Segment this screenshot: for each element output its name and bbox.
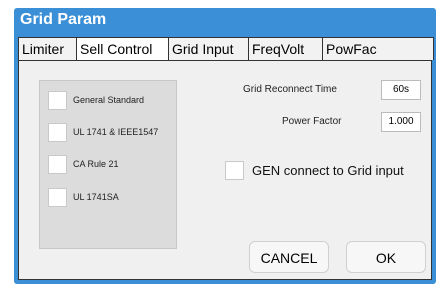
- standards-group: General Standard UL 1741 & IEEE1547 CA R…: [39, 80, 177, 249]
- sell-control-panel: General Standard UL 1741 & IEEE1547 CA R…: [18, 60, 432, 280]
- grid-param-window: Grid Param Limiter Sell Control Grid Inp…: [14, 8, 436, 284]
- standard-ul1741-ieee1547-checkbox[interactable]: [48, 122, 67, 142]
- tab-limiter[interactable]: Limiter: [19, 38, 77, 60]
- power-factor-input[interactable]: 1.000: [381, 112, 421, 132]
- standard-ul1741sa[interactable]: UL 1741SA: [48, 186, 119, 208]
- gen-connect-label: GEN connect to Grid input: [252, 163, 404, 178]
- reconnect-time-label: Grid Reconnect Time: [243, 84, 337, 95]
- standard-ul1741-ieee1547-label: UL 1741 & IEEE1547: [73, 127, 159, 137]
- gen-connect-checkbox[interactable]: [225, 161, 244, 180]
- cancel-button[interactable]: CANCEL: [249, 241, 329, 273]
- standard-general-checkbox[interactable]: [48, 90, 67, 110]
- standard-ca-rule21-checkbox[interactable]: [48, 154, 67, 174]
- standard-ul1741-ieee1547[interactable]: UL 1741 & IEEE1547: [48, 121, 158, 143]
- tab-grid-input[interactable]: Grid Input: [169, 38, 249, 60]
- power-factor-label: Power Factor: [282, 116, 342, 127]
- standard-ca-rule21[interactable]: CA Rule 21: [48, 153, 119, 175]
- ok-button[interactable]: OK: [346, 241, 426, 273]
- reconnect-time-input[interactable]: 60s: [381, 80, 421, 100]
- tab-powfac[interactable]: PowFac: [323, 38, 433, 60]
- tab-bar: Limiter Sell Control Grid Input FreqVolt…: [18, 37, 434, 60]
- standard-general-label: General Standard: [73, 95, 145, 105]
- standard-ul1741sa-checkbox[interactable]: [48, 187, 67, 207]
- standard-general[interactable]: General Standard: [48, 89, 144, 111]
- standard-ul1741sa-label: UL 1741SA: [73, 192, 119, 202]
- window-title: Grid Param: [20, 11, 107, 28]
- standard-ca-rule21-label: CA Rule 21: [73, 159, 119, 169]
- tab-sell-control[interactable]: Sell Control: [77, 38, 169, 60]
- tab-freqvolt[interactable]: FreqVolt: [249, 38, 323, 60]
